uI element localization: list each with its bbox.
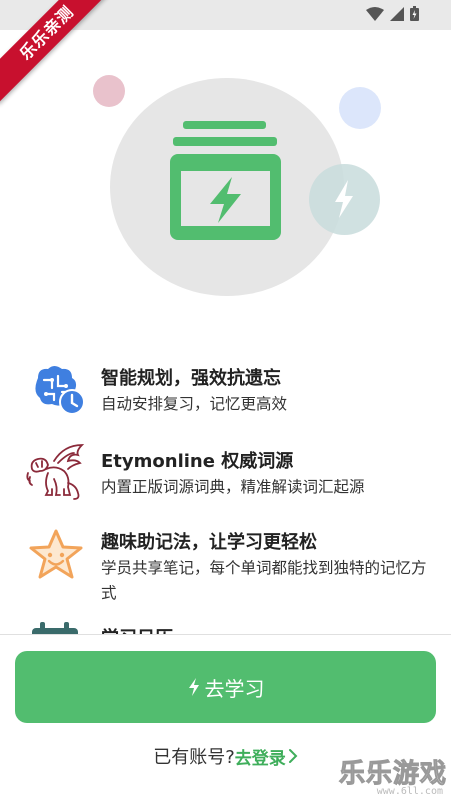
battery-icon xyxy=(410,6,419,21)
hero-illustration xyxy=(0,30,451,330)
feature-desc: 内置正版词源词典，精准解读词汇起源 xyxy=(101,478,365,496)
feature-desc: 自动安排复习，记忆更高效 xyxy=(101,395,288,413)
bolt-icon xyxy=(188,678,199,696)
status-icons xyxy=(366,6,419,21)
smiling-star-icon xyxy=(29,529,83,579)
feature-etymonline: Etymonline 权威词源 内置正版词源词典，精准解读词汇起源 xyxy=(0,443,451,519)
study-button[interactable]: 去学习 xyxy=(15,651,436,723)
small-bolt-icon xyxy=(335,180,353,218)
feature-desc: 学员共享笔记，每个单词都能找到独特的记忆方式 xyxy=(101,559,427,602)
signal-icon xyxy=(390,6,404,21)
study-button-label: 去学习 xyxy=(204,676,265,701)
login-prompt: 已有账号? xyxy=(153,747,235,768)
chevron-right-icon xyxy=(288,749,298,763)
feature-mnemonic: 趣味助记法，让学习更轻松 学员共享笔记，每个单词都能找到独特的记忆方式 xyxy=(0,524,451,602)
screen: 乐乐亲测 智能规划，强效抗遗忘 自动安排复习，记忆更高效 Etymonline … xyxy=(0,0,451,801)
winged-lion-icon xyxy=(26,444,85,500)
feature-title: Etymonline 权威词源 xyxy=(101,451,294,472)
brain-clock-icon xyxy=(35,366,85,415)
login-link-label: 去登录 xyxy=(234,748,286,769)
feature-title: 趣味助记法，让学习更轻松 xyxy=(101,532,317,553)
watermark-url: www.6ll.com xyxy=(376,786,443,797)
login-link[interactable]: 去登录 xyxy=(235,744,298,769)
feature-smart-plan: 智能规划，强效抗遗忘 自动安排复习，记忆更高效 xyxy=(0,360,451,436)
watermark-text: 乐乐游戏 xyxy=(338,759,447,790)
feature-title: 智能规划，强效抗遗忘 xyxy=(101,368,281,389)
wifi-icon xyxy=(366,6,384,21)
watermark: 乐乐游戏 www.6ll.com xyxy=(335,753,447,798)
